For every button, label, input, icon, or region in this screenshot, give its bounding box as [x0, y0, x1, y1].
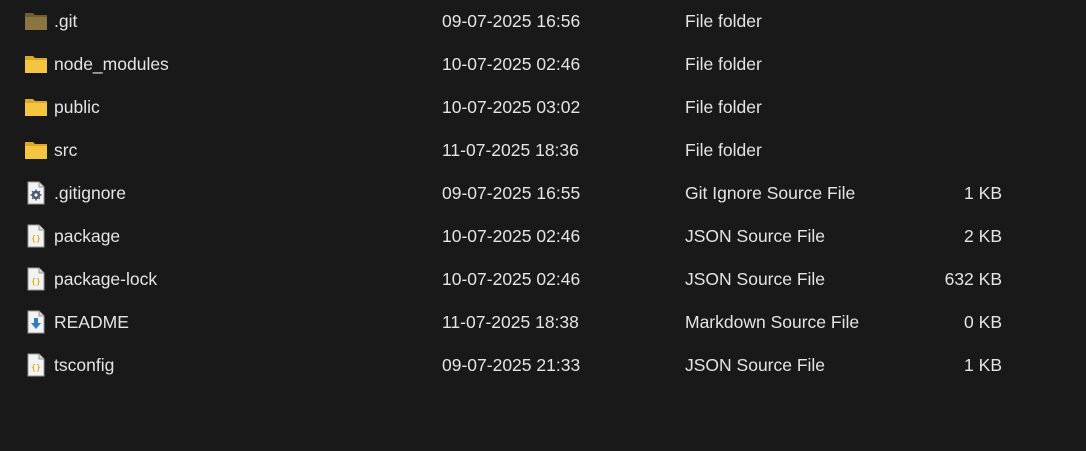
file-date: 11-07-2025 18:36	[442, 140, 579, 160]
file-name: .git	[54, 11, 78, 31]
file-size: 1 KB	[964, 183, 1002, 203]
file-row-tsconfig[interactable]: {} tsconfig 09-07-2025 21:33 JSON Source…	[0, 344, 1086, 387]
file-list: .git 09-07-2025 16:56 File folder node_m…	[0, 0, 1086, 451]
file-name: package-lock	[54, 269, 158, 289]
file-date: 09-07-2025 21:33	[442, 355, 581, 375]
file-date: 09-07-2025 16:56	[442, 11, 581, 31]
file-name: package	[54, 226, 121, 246]
file-size: 1 KB	[964, 355, 1002, 375]
file-type: JSON Source File	[685, 355, 826, 375]
file-type: File folder	[685, 140, 762, 160]
svg-text:{}: {}	[31, 277, 41, 286]
folder-icon	[24, 95, 48, 119]
file-name: node_modules	[54, 54, 169, 74]
file-row-src[interactable]: src 11-07-2025 18:36 File folder	[0, 129, 1086, 172]
file-name: src	[54, 140, 78, 160]
file-name: .gitignore	[54, 183, 126, 203]
svg-text:{}: {}	[31, 234, 41, 243]
json-file-icon: {}	[24, 224, 48, 248]
file-size: 2 KB	[964, 226, 1002, 246]
file-date: 10-07-2025 02:46	[442, 269, 581, 289]
folder-dimmed-icon	[24, 9, 48, 33]
file-date: 10-07-2025 02:46	[442, 226, 581, 246]
file-row-package-lock[interactable]: {} package-lock 10-07-2025 02:46 JSON So…	[0, 258, 1086, 301]
file-date: 10-07-2025 02:46	[442, 54, 581, 74]
file-row-package[interactable]: {} package 10-07-2025 02:46 JSON Source …	[0, 215, 1086, 258]
file-type: Markdown Source File	[685, 312, 860, 332]
file-type: JSON Source File	[685, 269, 826, 289]
svg-text:{}: {}	[31, 363, 41, 372]
file-date: 11-07-2025 18:38	[442, 312, 579, 332]
file-type: JSON Source File	[685, 226, 826, 246]
file-name: README	[54, 312, 129, 332]
file-type: File folder	[685, 11, 762, 31]
file-row-gitignore[interactable]: .gitignore 09-07-2025 16:55 Git Ignore S…	[0, 172, 1086, 215]
json-file-icon: {}	[24, 353, 48, 377]
gear-file-icon	[24, 181, 48, 205]
file-type: Git Ignore Source File	[685, 183, 856, 203]
file-type: File folder	[685, 54, 762, 74]
folder-icon	[24, 52, 48, 76]
file-name: public	[54, 97, 100, 117]
json-file-icon: {}	[24, 267, 48, 291]
file-row-git[interactable]: .git 09-07-2025 16:56 File folder	[0, 0, 1086, 43]
file-row-public[interactable]: public 10-07-2025 03:02 File folder	[0, 86, 1086, 129]
file-name: tsconfig	[54, 355, 115, 375]
file-size: 0 KB	[964, 312, 1002, 332]
file-row-node-modules[interactable]: node_modules 10-07-2025 02:46 File folde…	[0, 43, 1086, 86]
file-type: File folder	[685, 97, 762, 117]
markdown-file-icon	[24, 310, 48, 334]
file-row-readme[interactable]: README 11-07-2025 18:38 Markdown Source …	[0, 301, 1086, 344]
file-date: 10-07-2025 03:02	[442, 97, 581, 117]
file-size: 632 KB	[944, 269, 1002, 289]
folder-icon	[24, 138, 48, 162]
file-date: 09-07-2025 16:55	[442, 183, 581, 203]
